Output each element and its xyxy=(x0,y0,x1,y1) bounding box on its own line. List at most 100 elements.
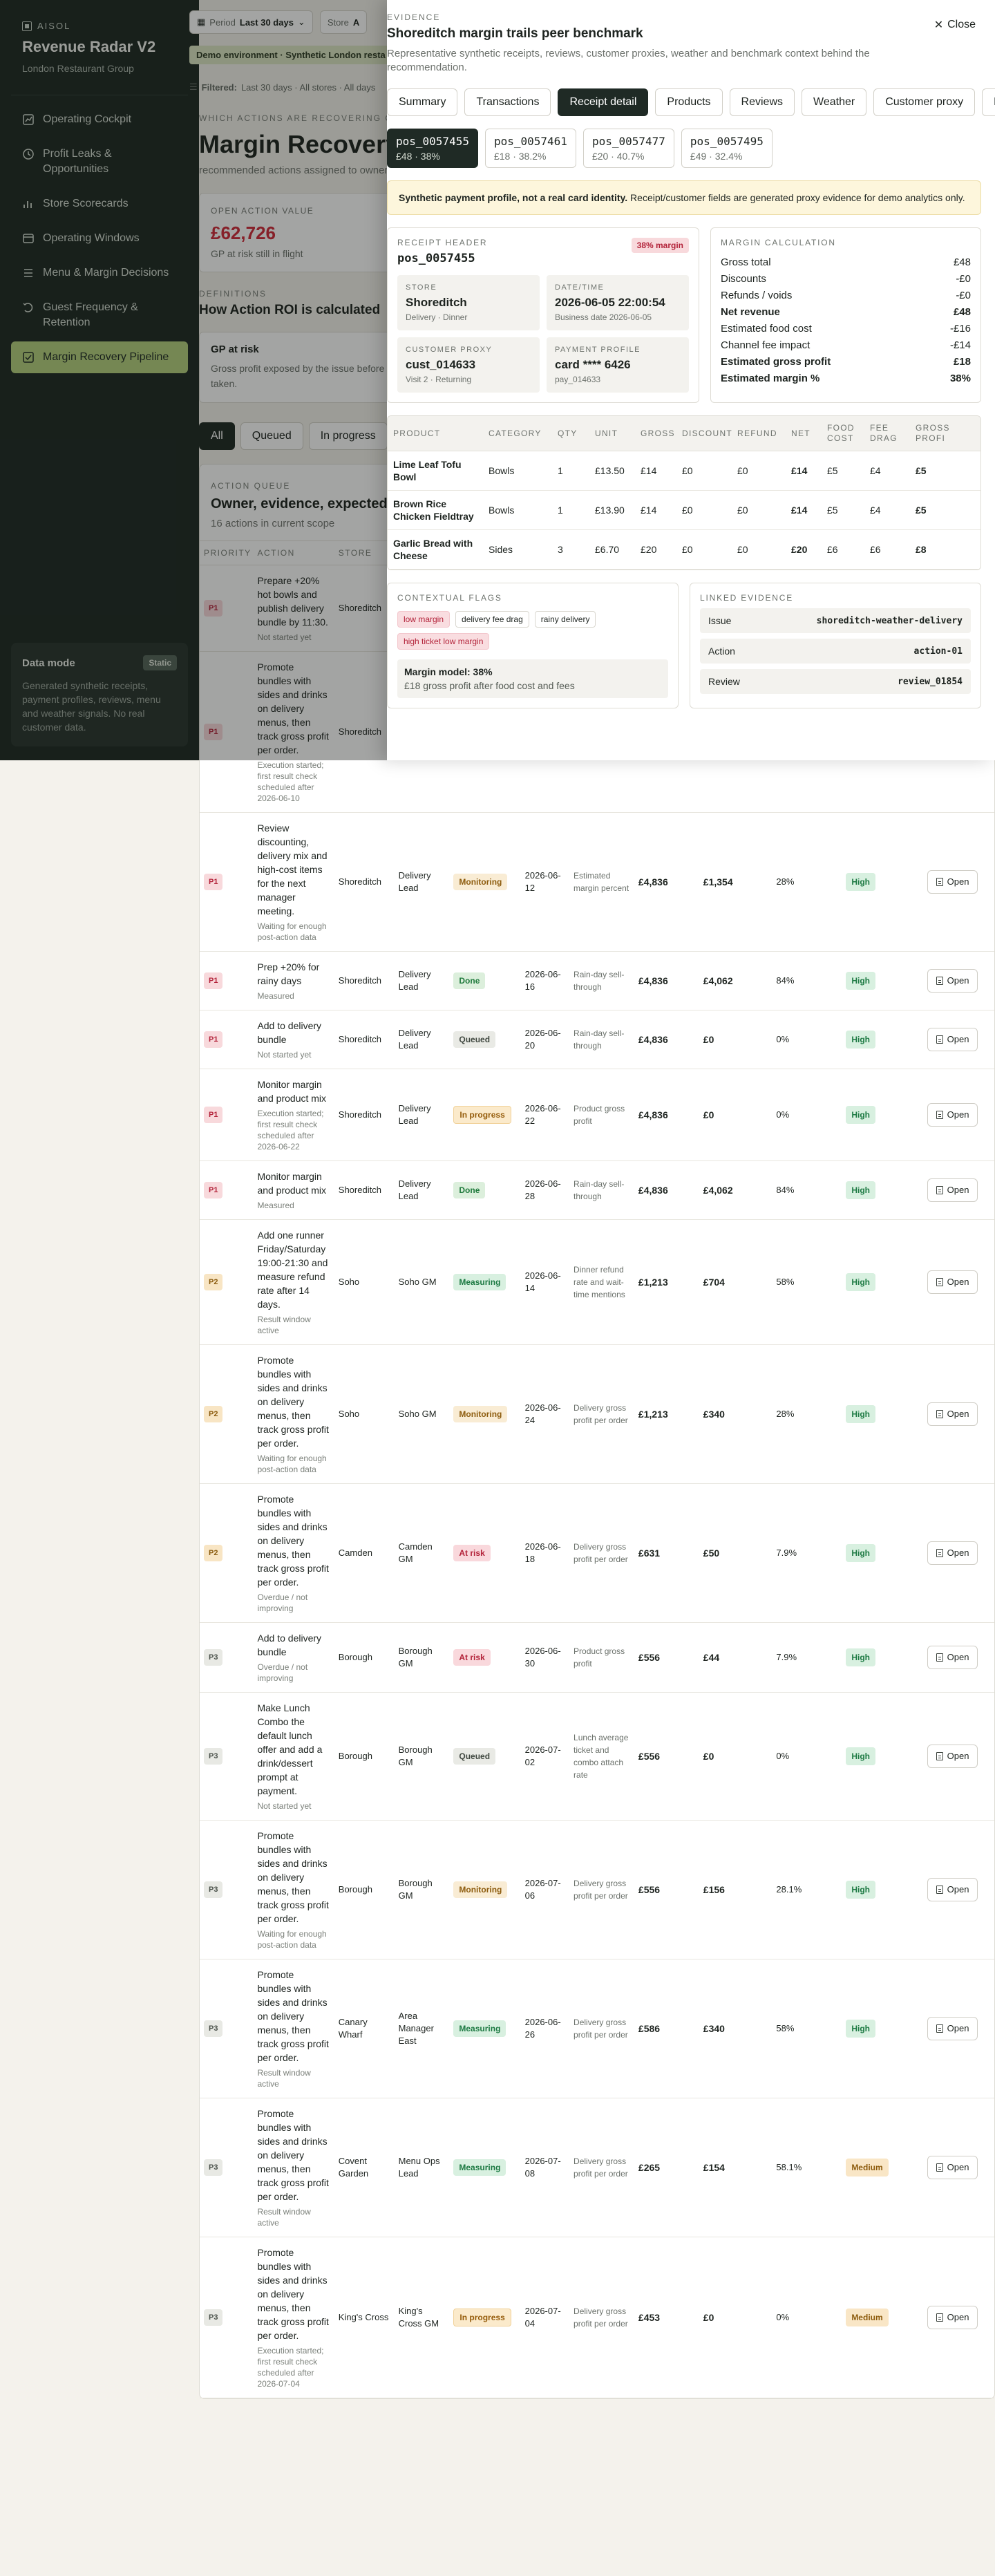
confidence-cell: High xyxy=(842,1344,923,1484)
priority-badge: P2 xyxy=(204,1406,223,1422)
roi-cell: 84% xyxy=(772,1160,842,1220)
open-button[interactable]: Open xyxy=(927,1541,978,1565)
open-cell: Open xyxy=(922,1959,994,2098)
drawer-tab[interactable]: Receipt detail xyxy=(558,88,649,116)
open-button[interactable]: Open xyxy=(927,1646,978,1669)
priority-badge: P2 xyxy=(204,1545,223,1561)
open-cell: Open xyxy=(922,1219,994,1345)
recovered-cell: £50 xyxy=(699,1483,773,1623)
confidence-badge: Medium xyxy=(846,2309,889,2326)
confidence-cell: High xyxy=(842,1622,923,1693)
owner-cell: Delivery Lead xyxy=(394,1160,450,1220)
receipt-option[interactable]: pos_0057495 £49 · 32.4% xyxy=(681,129,773,168)
open-button[interactable]: Open xyxy=(927,1270,978,1294)
linked-label: Action xyxy=(708,646,735,657)
calc-label: Refunds / voids xyxy=(721,290,793,301)
table-row: P3 Promote bundles with sides and drinks … xyxy=(200,2098,994,2237)
open-button[interactable]: Open xyxy=(927,1178,978,1202)
product-cell: £4 xyxy=(864,451,910,491)
drawer-tabs: Summary Transactions Receipt detail Product… xyxy=(387,88,995,116)
gp-cell: £4,836 xyxy=(634,1010,699,1069)
calc-label: Net revenue xyxy=(721,306,780,318)
linked-label: Review xyxy=(708,676,740,687)
table-row: P3 Promote bundles with sides and drinks … xyxy=(200,2237,994,2398)
drawer-tab[interactable]: Customer proxy xyxy=(873,88,976,116)
drawer-tab[interactable]: Transactions xyxy=(464,88,551,116)
flag-chip: delivery fee drag xyxy=(455,611,529,628)
payment-profile-field: PAYMENT PROFILE card **** 6426 pay_01463… xyxy=(547,337,689,393)
drawer-tab[interactable]: Benchma xyxy=(982,88,995,116)
drawer-tab[interactable]: Summary xyxy=(387,88,458,116)
priority-cell: P1 xyxy=(200,1160,254,1220)
drawer-tab[interactable]: Reviews xyxy=(729,88,795,116)
payment-value: card **** 6426 xyxy=(555,358,631,371)
document-icon xyxy=(936,2163,943,2172)
roi-cell: 7.9% xyxy=(772,1622,842,1693)
recovered-cell: £704 xyxy=(699,1219,773,1345)
open-cell: Open xyxy=(922,1692,994,1821)
open-button[interactable]: Open xyxy=(927,870,978,894)
gp-cell: £453 xyxy=(634,2237,699,2398)
synthetic-warning: Synthetic payment profile, not a real ca… xyxy=(387,180,981,215)
open-cell: Open xyxy=(922,1344,994,1484)
drawer-tab[interactable]: Weather xyxy=(802,88,867,116)
payment-sub: pay_014633 xyxy=(555,375,601,384)
table-row: P2 Promote bundles with sides and drinks … xyxy=(200,1483,994,1623)
receipt-option[interactable]: pos_0057461 £18 · 38.2% xyxy=(484,129,576,168)
table-row: P1 Monitor margin and product mix Executio… xyxy=(200,1069,994,1161)
flag-chip: high ticket low margin xyxy=(397,633,490,650)
priority-cell: P3 xyxy=(200,1622,254,1693)
priority-cell: P3 xyxy=(200,2237,254,2398)
receipt-option[interactable]: pos_0057477 £20 · 40.7% xyxy=(582,129,674,168)
table-row: P3 Add to delivery bundle Overdue / not im… xyxy=(200,1622,994,1693)
gp-at-risk: £1,213 xyxy=(638,1408,668,1420)
margin-model-title: Margin model: 38% xyxy=(404,666,493,677)
gp-cell: £4,836 xyxy=(634,1160,699,1220)
linked-evidence-row[interactable]: Review review_01854 xyxy=(700,669,971,694)
action-cell: Promote bundles with sides and drinks on… xyxy=(253,2098,334,2237)
open-button[interactable]: Open xyxy=(927,1028,978,1051)
open-button[interactable]: Open xyxy=(927,2017,978,2040)
product-cell: £5 xyxy=(822,451,864,491)
priority-cell: P3 xyxy=(200,1692,254,1821)
margin-model: Margin model: 38% £18 gross profit after… xyxy=(397,659,668,698)
recovered-value: £0 xyxy=(703,2311,714,2323)
product-column-header: NET xyxy=(786,416,822,451)
priority-badge: P3 xyxy=(204,1748,223,1765)
open-button[interactable]: Open xyxy=(927,1402,978,1426)
receipt-option[interactable]: pos_0057455 £48 · 38% xyxy=(387,129,478,168)
action-text: Promote bundles with sides and drinks on… xyxy=(257,1494,329,1588)
due-cell: 2026-06-22 xyxy=(520,1069,570,1161)
status-badge: Monitoring xyxy=(453,1881,508,1898)
open-button[interactable]: Open xyxy=(927,1878,978,1901)
open-button[interactable]: Open xyxy=(927,2306,978,2329)
open-cell: Open xyxy=(922,1069,994,1161)
open-button[interactable]: Open xyxy=(927,2156,978,2179)
recovered-cell: £156 xyxy=(699,1820,773,1959)
confidence-badge: High xyxy=(846,1544,875,1562)
priority-cell: P3 xyxy=(200,2098,254,2237)
document-icon xyxy=(936,2024,943,2033)
product-cell: £5 xyxy=(822,490,864,530)
status-badge: Done xyxy=(453,1182,486,1198)
status-cell: Measuring xyxy=(449,1959,521,2098)
margin-calc-row: Estimated gross profit £18 xyxy=(721,354,971,370)
gp-at-risk: £556 xyxy=(638,1883,661,1895)
receipt-header-kicker: RECEIPT HEADER xyxy=(397,238,488,247)
open-button[interactable]: Open xyxy=(927,969,978,993)
linked-evidence-row[interactable]: Action action-01 xyxy=(700,639,971,664)
recovered-value: £1,354 xyxy=(703,876,733,887)
roi-cell: 28% xyxy=(772,1344,842,1484)
status-badge: Queued xyxy=(453,1748,496,1765)
drawer-title: Shoreditch margin trails peer benchmark xyxy=(387,26,643,41)
open-cell: Open xyxy=(922,812,994,952)
gp-at-risk: £265 xyxy=(638,2161,661,2173)
drawer-tab[interactable]: Products xyxy=(655,88,723,116)
open-button[interactable]: Open xyxy=(927,1103,978,1127)
action-cell: Add to delivery bundle Not started yet xyxy=(253,1010,334,1069)
linked-evidence-row[interactable]: Issue shoreditch-weather-delivery xyxy=(700,608,971,633)
open-button[interactable]: Open xyxy=(927,1745,978,1768)
recovered-cell: £0 xyxy=(699,1010,773,1069)
action-status-note: Result window active xyxy=(257,2068,311,2089)
close-button[interactable]: ✕ Close xyxy=(934,18,976,32)
